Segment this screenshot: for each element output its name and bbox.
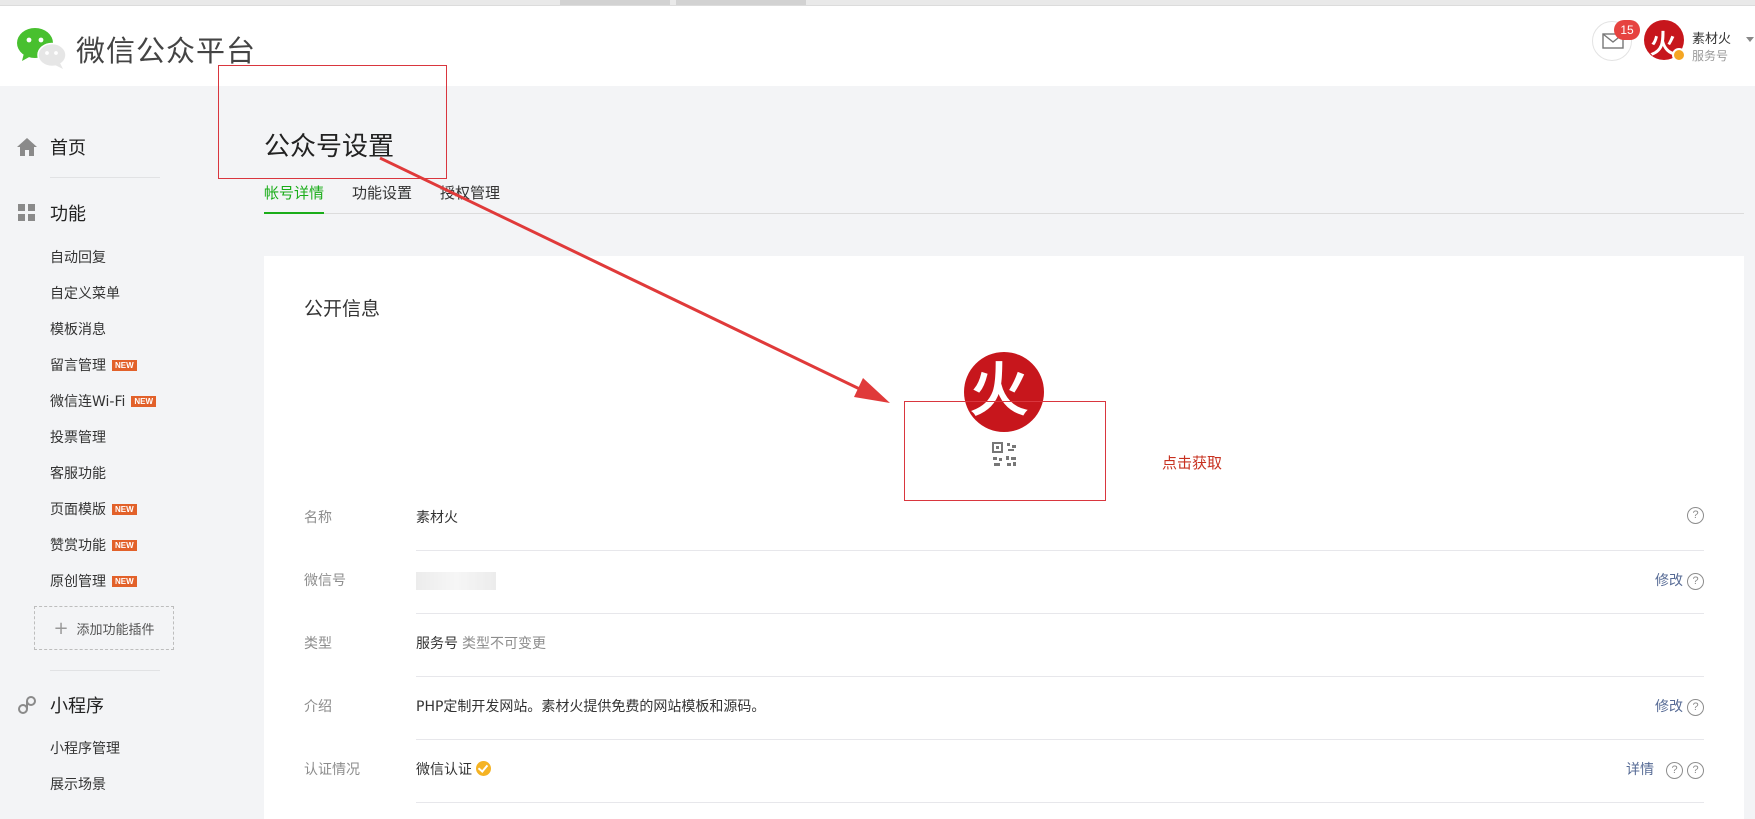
mail-count-badge: 15 bbox=[1614, 20, 1640, 40]
edit-link[interactable]: 修改 bbox=[1655, 696, 1683, 718]
sidebar-item-label: 小程序管理 bbox=[50, 741, 120, 757]
sidebar-item-label: 赞赏功能 bbox=[50, 538, 106, 554]
sidebar-item-label: 留言管理 bbox=[50, 358, 106, 374]
sidebar-item-label: 小程序 bbox=[50, 696, 104, 717]
sidebar-item-miniprogram[interactable]: 小程序 bbox=[16, 692, 104, 718]
new-badge: NEW bbox=[112, 359, 137, 371]
add-plugin-button[interactable]: + 添加功能插件 bbox=[34, 606, 174, 650]
row-value: 素材火 bbox=[416, 510, 458, 526]
grid-icon bbox=[18, 204, 35, 221]
annotation-box-qrcode bbox=[904, 401, 1106, 501]
sidebar-item-features[interactable]: 功能 bbox=[16, 200, 86, 226]
sidebar-item-vote-management[interactable]: 投票管理 bbox=[50, 427, 106, 447]
sidebar-item-reward[interactable]: 赞赏功能 NEW bbox=[50, 535, 137, 555]
row-value: PHP定制开发网站。素材火提供免费的网站模板和源码。 bbox=[416, 699, 766, 715]
sidebar-item-label: 首页 bbox=[50, 138, 86, 159]
row-label: 类型 bbox=[304, 636, 332, 652]
help-icon[interactable]: ? bbox=[1687, 698, 1704, 716]
sidebar-item-custom-menu[interactable]: 自定义菜单 bbox=[50, 283, 120, 303]
settings-tabs: 帐号详情 功能设置 授权管理 bbox=[264, 182, 1744, 214]
browser-tab[interactable] bbox=[676, 0, 806, 5]
row-label: 介绍 bbox=[304, 699, 332, 715]
chevron-down-icon[interactable] bbox=[1746, 37, 1754, 42]
public-info-card: 公开信息 火 点击获取 名称 素材火 ? 微信号 修改? 类型 服务号 类型不可变… bbox=[264, 256, 1744, 819]
info-row-intro: 介绍 PHP定制开发网站。素材火提供免费的网站模板和源码。 修改? bbox=[304, 696, 1704, 759]
tab-account-details[interactable]: 帐号详情 bbox=[264, 182, 325, 214]
sidebar-item-page-template[interactable]: 页面模版 NEW bbox=[50, 499, 137, 519]
type-note: 类型不可变更 bbox=[462, 636, 546, 652]
edit-link[interactable]: 修改 bbox=[1655, 570, 1683, 592]
row-divider bbox=[416, 550, 1704, 551]
row-action: 修改? bbox=[1655, 696, 1704, 718]
details-link[interactable]: 详情 bbox=[1626, 759, 1654, 781]
account-type: 服务号 bbox=[1692, 49, 1729, 63]
miniprogram-icon bbox=[18, 696, 36, 714]
sidebar-item-comment-management[interactable]: 留言管理 NEW bbox=[50, 355, 137, 375]
sidebar-item-label: 模板消息 bbox=[50, 322, 106, 338]
section-title: 公开信息 bbox=[304, 298, 381, 320]
new-badge: NEW bbox=[112, 503, 137, 515]
sidebar-item-auto-reply[interactable]: 自动回复 bbox=[50, 247, 106, 267]
plus-icon: + bbox=[53, 617, 69, 639]
sidebar-item-wifi[interactable]: 微信连Wi-Fi NEW bbox=[50, 391, 157, 411]
verification-value: 微信认证 bbox=[416, 762, 472, 778]
row-value: 微信认证 bbox=[416, 759, 491, 781]
row-divider bbox=[416, 739, 1704, 740]
row-divider bbox=[416, 802, 1704, 803]
sidebar-item-miniprogram-management[interactable]: 小程序管理 bbox=[50, 738, 120, 758]
sidebar-item-label: 展示场景 bbox=[50, 777, 106, 793]
sidebar-item-label: 自动回复 bbox=[50, 250, 106, 266]
row-label: 微信号 bbox=[304, 573, 346, 589]
help-icon[interactable]: ? bbox=[1687, 572, 1704, 590]
sidebar-item-customer-service[interactable]: 客服功能 bbox=[50, 463, 106, 483]
sidebar-item-label: 客服功能 bbox=[50, 466, 106, 482]
sidebar-item-label: 自定义菜单 bbox=[50, 286, 120, 302]
sidebar-item-label: 功能 bbox=[50, 204, 86, 225]
help-icon[interactable]: ? bbox=[1687, 761, 1704, 779]
row-action: ? bbox=[1683, 507, 1704, 524]
platform-title[interactable]: 微信公众平台 bbox=[76, 28, 256, 70]
sidebar-item-label: 原创管理 bbox=[50, 574, 106, 590]
sidebar-item-home[interactable]: 首页 bbox=[16, 134, 86, 160]
row-value: 服务号 类型不可变更 bbox=[416, 633, 546, 655]
new-badge: NEW bbox=[131, 395, 157, 407]
divider bbox=[50, 670, 160, 671]
browser-tab[interactable] bbox=[560, 0, 670, 5]
get-qrcode-link[interactable]: 点击获取 bbox=[1162, 452, 1222, 473]
verified-check-icon bbox=[476, 761, 491, 776]
row-action: 修改? bbox=[1655, 570, 1704, 592]
row-label: 名称 bbox=[304, 510, 332, 526]
account-name[interactable]: 素材火 bbox=[1692, 28, 1731, 47]
sidebar-item-template-message[interactable]: 模板消息 bbox=[50, 319, 106, 339]
info-row-verification: 认证情况 微信认证 详情?? bbox=[304, 759, 1704, 819]
new-badge: NEW bbox=[112, 539, 137, 551]
row-divider bbox=[416, 613, 1704, 614]
home-icon bbox=[17, 138, 37, 156]
help-icon[interactable]: ? bbox=[1687, 507, 1704, 524]
wechat-logo-icon bbox=[17, 28, 67, 69]
tab-authorization[interactable]: 授权管理 bbox=[440, 182, 500, 214]
sidebar-item-label: 页面模版 bbox=[50, 502, 106, 518]
sidebar-item-display-scene[interactable]: 展示场景 bbox=[50, 774, 106, 794]
help-icon[interactable]: ? bbox=[1666, 761, 1683, 779]
verified-icon bbox=[1672, 48, 1686, 62]
info-row-type: 类型 服务号 类型不可变更 bbox=[304, 633, 1704, 696]
new-badge: NEW bbox=[112, 575, 137, 587]
sidebar: 首页 功能 自动回复 自定义菜单 模板消息 留言管理 NEW 微信连Wi-Fi NE… bbox=[0, 86, 240, 819]
tab-feature-settings[interactable]: 功能设置 bbox=[352, 182, 412, 214]
type-value: 服务号 bbox=[416, 636, 458, 652]
row-label: 认证情况 bbox=[304, 762, 360, 778]
row-divider bbox=[416, 676, 1704, 677]
blurred-wechat-id bbox=[416, 572, 496, 590]
sidebar-item-label: 微信连Wi-Fi bbox=[50, 394, 126, 410]
sidebar-item-original-management[interactable]: 原创管理 NEW bbox=[50, 571, 137, 591]
divider bbox=[50, 177, 160, 178]
annotation-box-title bbox=[218, 65, 447, 179]
row-action: 详情?? bbox=[1626, 759, 1704, 781]
info-row-name: 名称 素材火 ? bbox=[304, 507, 1704, 570]
add-plugin-label: 添加功能插件 bbox=[76, 622, 155, 638]
row-value bbox=[416, 570, 496, 592]
sidebar-item-label: 投票管理 bbox=[50, 430, 106, 446]
info-row-wechat-id: 微信号 修改? bbox=[304, 570, 1704, 633]
